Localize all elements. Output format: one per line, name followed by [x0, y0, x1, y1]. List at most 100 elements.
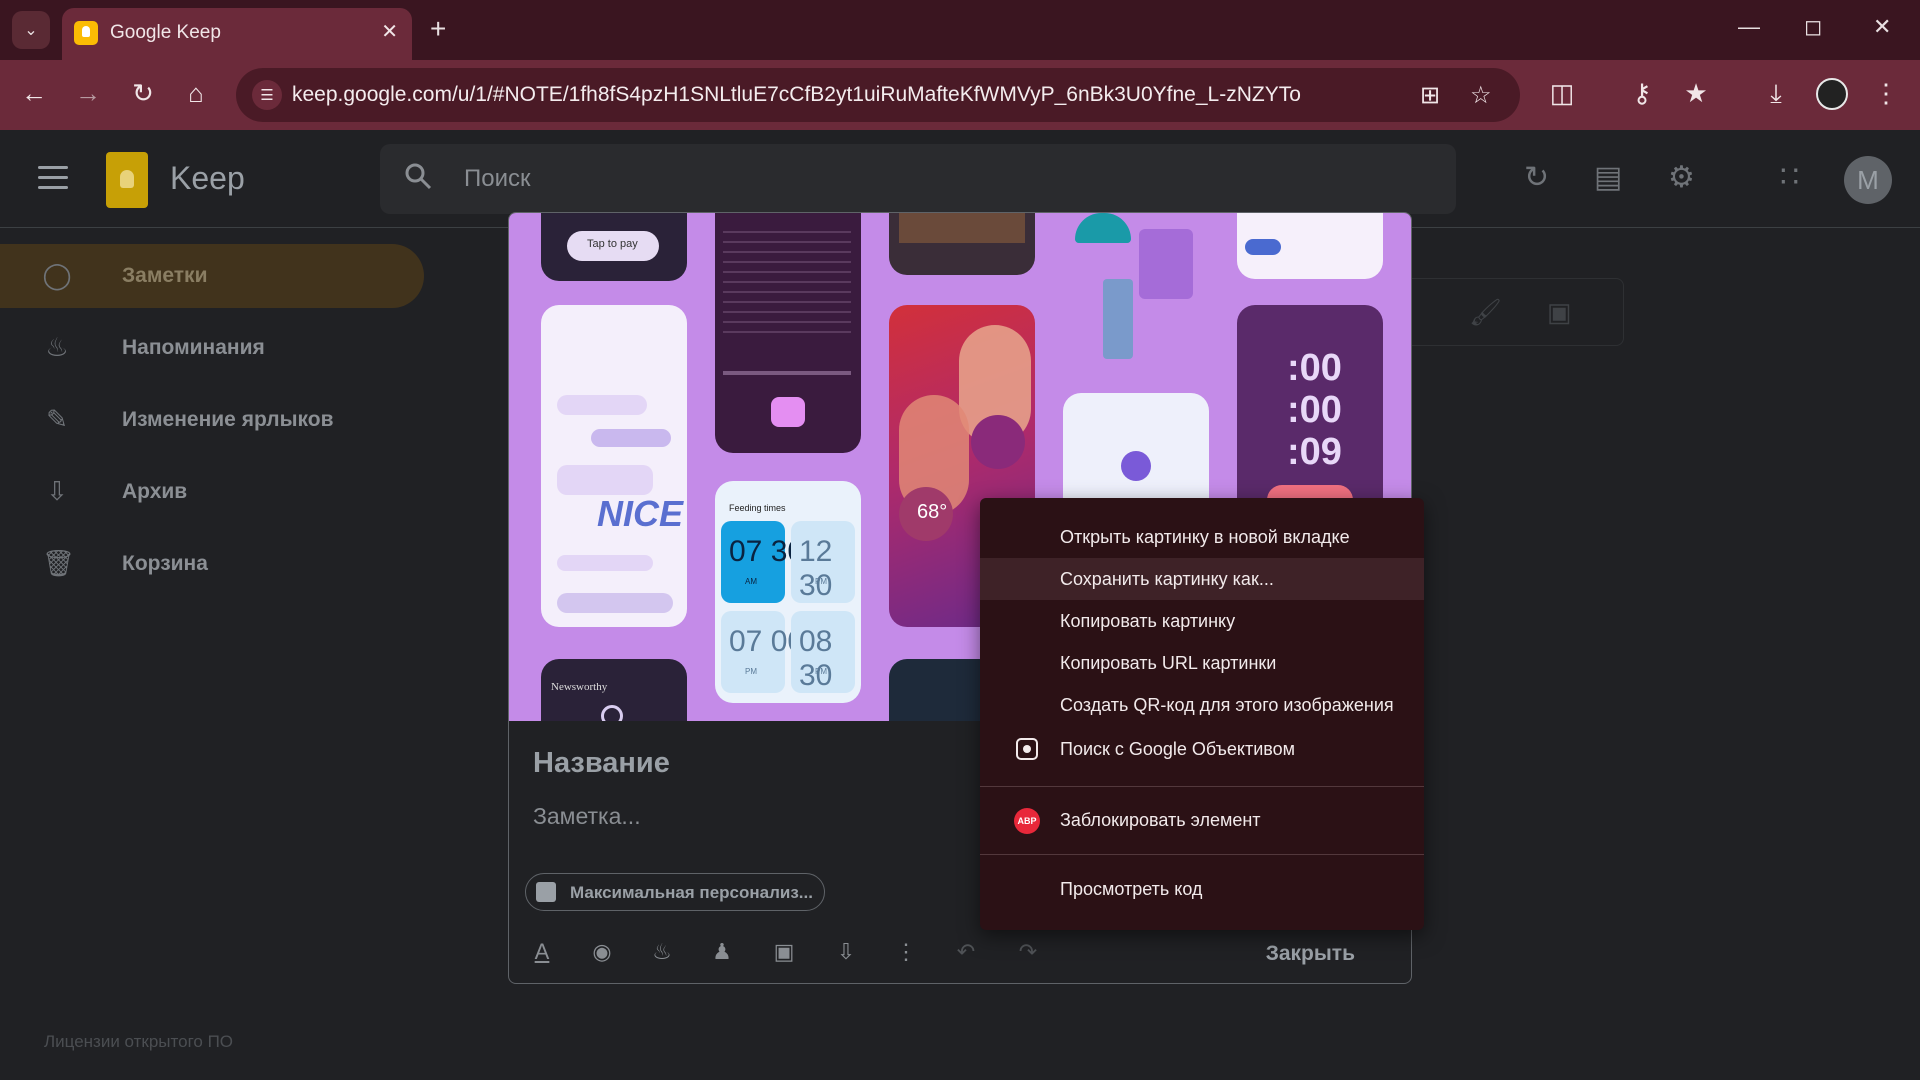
back-icon[interactable]: ← [16, 78, 52, 108]
address-bar[interactable]: ☰ keep.google.com/u/1/#NOTE/1fh8fS4pzH1S… [236, 68, 1520, 122]
image-text: 12 30 [799, 535, 833, 602]
tab-close-icon[interactable]: ✕ [381, 19, 398, 44]
undo-icon[interactable]: ↶ [951, 939, 981, 965]
sidebar-item-label: Архив [122, 480, 188, 503]
sidebar-item-archive[interactable]: ⇩ Архив [0, 460, 424, 524]
close-window-icon[interactable]: ✕ [1873, 14, 1891, 40]
more-options-icon[interactable]: ⋮ [891, 939, 921, 965]
menu-item-google-lens-search[interactable]: Поиск с Google Объективом [980, 728, 1424, 770]
text-format-icon[interactable]: A [527, 939, 557, 965]
list-view-icon[interactable]: ▤ [1594, 162, 1622, 194]
chip-label: Максимальная персонализ... [570, 883, 813, 902]
close-button[interactable]: Закрыть [1266, 942, 1355, 966]
menu-item-inspect[interactable]: Просмотреть код [980, 868, 1424, 910]
palette-icon[interactable]: ◉ [587, 939, 617, 965]
menu-item-save-image-as[interactable]: Сохранить картинку как... [980, 558, 1424, 600]
menu-item-open-image-new-tab[interactable]: Открыть картинку в новой вкладке [980, 516, 1424, 558]
main-menu-icon[interactable] [38, 166, 68, 190]
search-icon[interactable] [404, 162, 432, 190]
add-image-icon[interactable]: ▣ [769, 939, 799, 965]
new-tab-button[interactable]: + [430, 12, 446, 46]
keep-favicon-icon [74, 21, 98, 45]
tab-search-button[interactable]: ⌄ [12, 11, 50, 49]
brush-icon[interactable]: 🖌 [1469, 297, 1502, 328]
apps-grid-icon[interactable]: ∷ [1780, 162, 1799, 194]
menu-item-create-qr-code[interactable]: Создать QR-код для этого изображения [980, 684, 1424, 726]
sidebar-item-label: Корзина [122, 552, 208, 575]
settings-gear-icon[interactable]: ⚙ [1668, 162, 1695, 194]
add-collaborator-icon[interactable]: ♟ [707, 939, 737, 965]
download-icon[interactable]: ⤓ [1758, 78, 1794, 108]
menu-item-copy-image[interactable]: Копировать картинку [980, 600, 1424, 642]
tab-google-keep[interactable]: Google Keep ✕ [62, 8, 412, 60]
sidebar-item-notes[interactable]: ◯ Заметки [0, 244, 424, 308]
menu-item-label: Заблокировать элемент [1060, 810, 1261, 830]
password-key-icon[interactable]: ⚷ [1624, 78, 1660, 108]
sidebar-item-label: Изменение ярлыков [122, 408, 334, 431]
phone-mockup: Feeding times 07 30 AM 12 30 PM 07 00 PM… [715, 481, 861, 703]
menu-item-label: Копировать картинку [1060, 611, 1236, 631]
background-note-toolbar: 🖌 ▣ [1400, 278, 1624, 346]
maximize-icon[interactable]: ◻ [1804, 14, 1822, 40]
note-body[interactable]: Заметка... [533, 803, 641, 830]
google-lens-icon [1016, 738, 1038, 760]
home-icon[interactable]: ⌂ [178, 78, 214, 108]
menu-item-block-element[interactable]: ABP Заблокировать элемент [980, 799, 1424, 841]
context-menu: Открыть картинку в новой вкладке Сохрани… [980, 498, 1424, 930]
favorites-icon[interactable]: ★ [1678, 78, 1714, 108]
keep-logo-icon [106, 152, 148, 208]
image-icon[interactable]: ▣ [1547, 297, 1572, 328]
site-info-icon[interactable]: ☰ [252, 80, 282, 110]
minimize-icon[interactable]: — [1738, 14, 1760, 40]
bell-icon: ♨ [45, 332, 69, 362]
sidebar-item-edit-labels[interactable]: ✎ Изменение ярлыков [0, 388, 424, 452]
adblock-plus-icon: ABP [1014, 808, 1040, 834]
chevron-down-icon: ⌄ [24, 22, 38, 39]
image-text: Tap to pay [587, 238, 638, 250]
sidebar: ◯ Заметки ♨ Напоминания ✎ Изменение ярлы… [0, 228, 440, 1080]
sidebar-item-trash[interactable]: 🗑 Корзина [0, 532, 424, 596]
image-text: NICE [597, 493, 684, 534]
search-input[interactable] [464, 162, 1364, 196]
reminder-bell-icon[interactable]: ♨ [647, 939, 677, 965]
sidebar-item-label: Заметки [122, 264, 208, 287]
search-bar[interactable] [380, 144, 1456, 214]
note-action-bar: A ◉ ♨ ♟ ▣ ⇩ ⋮ ↶ ↷ Закрыть [509, 925, 1411, 983]
sidebar-item-label: Напоминания [122, 336, 265, 359]
install-app-icon[interactable]: ⊞ [1420, 81, 1440, 110]
menu-item-label: Копировать URL картинки [1060, 653, 1277, 673]
menu-divider [980, 786, 1424, 787]
browser-menu-icon[interactable]: ⋮ [1868, 78, 1904, 108]
menu-item-label: Просмотреть код [1060, 879, 1203, 899]
image-text: Newsworthy [551, 681, 608, 693]
menu-item-label: Создать QR-код для этого изображения [1060, 695, 1394, 715]
menu-item-copy-image-url[interactable]: Копировать URL картинки [980, 642, 1424, 684]
image-text: PM [815, 667, 827, 676]
refresh-icon[interactable]: ↻ [1524, 162, 1549, 194]
sidebar-item-reminders[interactable]: ♨ Напоминания [0, 316, 424, 380]
redo-icon[interactable]: ↷ [1013, 939, 1043, 965]
image-text: 08 30 [799, 625, 833, 692]
phone-mockup [1237, 213, 1383, 279]
image-text: Feeding times [729, 503, 786, 513]
phone-mockup [889, 213, 1035, 275]
image-text: :00 [1287, 389, 1342, 431]
bookmark-star-icon[interactable]: ☆ [1470, 81, 1492, 110]
account-avatar[interactable]: M [1844, 156, 1892, 204]
extensions-icon[interactable]: ◫ [1544, 78, 1580, 108]
note-title[interactable]: Название [533, 747, 670, 780]
note-link-chip[interactable]: Максимальная персонализ... [525, 873, 825, 911]
image-text: :09 [1287, 431, 1342, 473]
pencil-icon: ✎ [46, 404, 68, 434]
reload-icon[interactable]: ↻ [125, 78, 161, 108]
menu-item-label: Открыть картинку в новой вкладке [1060, 527, 1350, 547]
phone-mockup [715, 213, 861, 453]
profile-avatar[interactable] [1816, 78, 1848, 110]
open-source-licenses-link[interactable]: Лицензии открытого ПО [44, 1032, 233, 1052]
image-text: 68° [917, 501, 948, 523]
archive-icon[interactable]: ⇩ [831, 939, 861, 965]
url-text[interactable]: keep.google.com/u/1/#NOTE/1fh8fS4pzH1SNL… [292, 83, 1301, 107]
tab-title: Google Keep [110, 22, 221, 43]
forward-icon[interactable]: → [70, 78, 106, 108]
phone-mockup: Newsworthy [541, 659, 687, 721]
